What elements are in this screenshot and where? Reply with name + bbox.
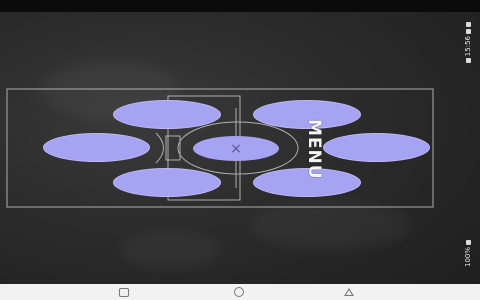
- wifi-icon: [466, 29, 471, 34]
- signal-icon: [466, 22, 471, 27]
- close-icon: ×: [230, 140, 242, 157]
- top-system-bar: [0, 0, 480, 12]
- battery-icon: [466, 240, 471, 245]
- menu-option-mid-right[interactable]: [323, 133, 430, 162]
- back-button[interactable]: [343, 287, 355, 297]
- chalk-smudge: [120, 230, 220, 270]
- chalkboard-screen: × MENU 15:56 100%: [0, 0, 480, 300]
- close-menu-button[interactable]: ×: [193, 136, 279, 161]
- recents-button[interactable]: [118, 287, 130, 297]
- menu-option-bottom-left[interactable]: [113, 168, 221, 197]
- square-icon: [119, 287, 129, 297]
- status-bottom-group: 100%: [464, 240, 472, 268]
- status-top-group: 15:56: [464, 22, 472, 64]
- menu-option-top-left[interactable]: [113, 100, 221, 129]
- home-button[interactable]: [233, 287, 245, 297]
- menu-title: MENU: [292, 119, 336, 180]
- menu-option-mid-left[interactable]: [43, 133, 150, 162]
- circle-icon: [234, 287, 244, 297]
- battery-text: 100%: [464, 247, 472, 268]
- notification-icon: [466, 58, 471, 64]
- navigation-bar: [0, 284, 480, 300]
- menu-title-text: MENU: [304, 118, 324, 180]
- triangle-icon: [344, 288, 354, 296]
- status-strip: 15:56 100%: [446, 12, 480, 284]
- clock-text: 15:56: [464, 36, 472, 57]
